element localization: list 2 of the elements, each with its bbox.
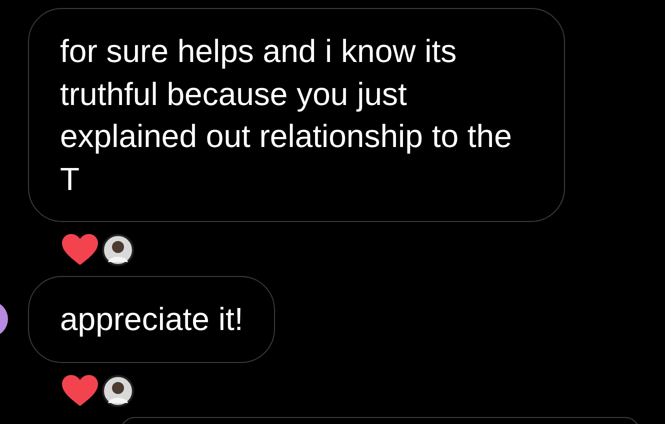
message-bubble: for sure helps and i know its truthful because you just explained out relationship to the T: [28, 8, 565, 222]
message-bubble: appreciate it!: [28, 276, 276, 362]
